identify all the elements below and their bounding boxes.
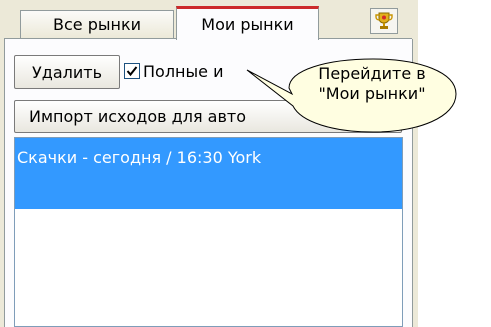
delete-button[interactable]: Удалить xyxy=(14,55,120,89)
tab-my-markets[interactable]: Мои рынки xyxy=(176,6,319,40)
delete-button-label: Удалить xyxy=(32,62,102,82)
full-names-checkbox[interactable] xyxy=(124,63,140,79)
callout-line-1: Перейдите в xyxy=(318,64,426,83)
full-names-label: Полные и xyxy=(143,61,224,81)
tab-my-markets-label: Мои рынки xyxy=(201,15,294,34)
markets-panel: Все рынки Мои рынки Удалить Полные и Имп… xyxy=(0,0,418,327)
checkmark-icon xyxy=(126,66,138,77)
trophy-button[interactable] xyxy=(370,8,398,34)
hint-callout: Перейдите в "Мои рынки" xyxy=(245,56,459,135)
full-names-option[interactable]: Полные и xyxy=(124,58,223,84)
trophy-icon xyxy=(375,12,393,29)
list-item[interactable]: Скачки - сегодня / 16:30 York xyxy=(15,138,402,209)
callout-line-2: "Мои рынки" xyxy=(318,84,426,103)
markets-list[interactable]: Скачки - сегодня / 16:30 York xyxy=(14,137,403,327)
market-label: Скачки - сегодня / 16:30 York xyxy=(17,148,262,167)
import-outcomes-label: Импорт исходов для авто xyxy=(29,107,247,126)
tab-all-markets[interactable]: Все рынки xyxy=(20,10,174,38)
callout-text: Перейдите в "Мои рынки" xyxy=(297,64,447,104)
tab-all-markets-label: Все рынки xyxy=(52,15,141,34)
